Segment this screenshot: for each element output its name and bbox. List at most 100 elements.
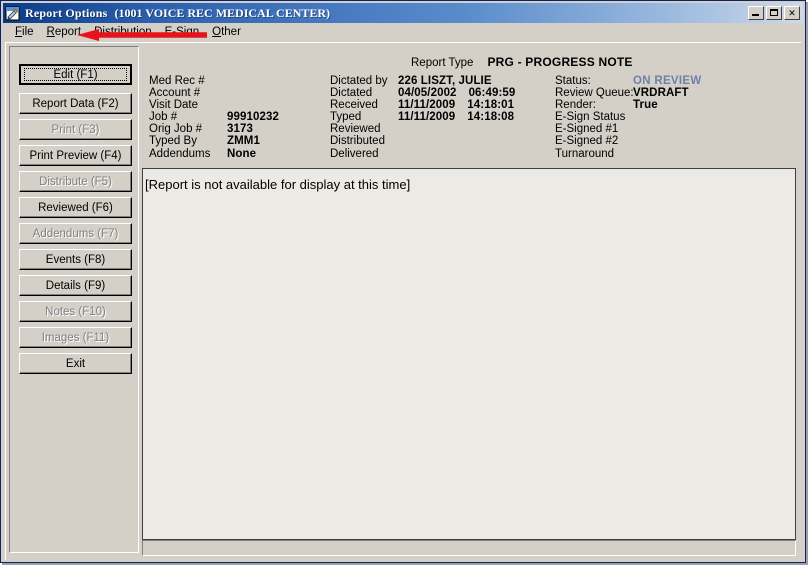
minimize-button[interactable]: [748, 6, 764, 20]
menu-item-file[interactable]: File: [9, 25, 41, 39]
field-review-queue: Review Queue: VRDRAFT: [555, 87, 702, 99]
field-orig-job-label: Orig Job #: [149, 123, 203, 136]
field-addendums: Addendums None: [149, 148, 279, 160]
report-type-row: Report Type PRG - PROGRESS NOTE: [411, 55, 633, 69]
button-distribute-f5: Distribute (F5): [19, 171, 132, 192]
field-esigned-2: E-Signed #2: [555, 135, 702, 147]
field-reviewed: Reviewed: [330, 123, 515, 135]
field-account-label: Account #: [149, 87, 201, 100]
button-print-preview-f4[interactable]: Print Preview (F4): [19, 145, 132, 166]
field-dictated-by-value: 226 LISZT, JULIE: [398, 75, 492, 87]
menu-item-file-label: ile: [22, 26, 34, 38]
field-received-date: 11/11/2009: [398, 99, 456, 112]
report-type-value: PRG - PROGRESS NOTE: [487, 55, 633, 69]
field-dictated: Dictated 04/05/2002 06:49:59: [330, 87, 515, 99]
field-typed: Typed 11/11/2009 14:18:08: [330, 111, 515, 123]
field-addendums-label: Addendums: [149, 147, 211, 160]
field-job-value: 99910232: [227, 111, 279, 124]
report-header-panel: Report Type PRG - PROGRESS NOTE Med Rec …: [142, 46, 796, 168]
field-status: Status: ON REVIEW: [555, 75, 702, 87]
window-title: Report Options: [25, 5, 108, 20]
field-received-label: Received: [330, 99, 378, 112]
report-content-zone: Report Type PRG - PROGRESS NOTE Med Rec …: [142, 46, 796, 556]
close-icon: ✕: [788, 7, 796, 18]
field-typed-time: 14:18:08: [467, 111, 515, 124]
menu-item-distribution-label: istribution: [102, 26, 152, 38]
button-edit-f1-label: Edit (F1): [24, 68, 127, 81]
maximize-icon: [770, 9, 778, 16]
menu-item-other[interactable]: Other: [206, 25, 248, 39]
menu-item-report-label: eport: [54, 26, 82, 38]
field-distributed: Distributed: [330, 135, 515, 147]
client-area: Edit (F1) Report Data (F2) Print (F3) Pr…: [5, 42, 801, 560]
field-account: Account #: [149, 87, 279, 99]
menu-bar: File Report Distribution E-Sign Other: [3, 23, 803, 41]
field-esigned-1: E-Signed #1: [555, 123, 702, 135]
status-badge: ON REVIEW: [633, 75, 702, 87]
maximize-button[interactable]: [766, 6, 782, 20]
field-received: Received 11/11/2009 14:18:01: [330, 99, 515, 111]
field-med-rec: Med Rec #: [149, 75, 279, 87]
field-esigned-1-label: E-Signed #1: [555, 123, 619, 136]
title-bar[interactable]: Report Options (1001 VOICE REC MEDICAL C…: [3, 3, 803, 23]
field-orig-job-value: 3173: [227, 123, 253, 136]
document-pencil-icon: [5, 6, 21, 21]
menu-item-report[interactable]: Report: [41, 25, 89, 39]
menu-item-other-label: ther: [221, 26, 241, 38]
field-typed-by-label: Typed By: [149, 135, 197, 148]
field-typed-date: 11/11/2009: [398, 111, 456, 124]
field-reviewed-label: Reviewed: [330, 123, 381, 136]
header-column-workflow-dates: Dictated by 226 LISZT, JULIE Dictated 04/0…: [330, 75, 515, 160]
button-events-f8[interactable]: Events (F8): [19, 249, 132, 270]
window-controls: ✕: [748, 6, 803, 20]
screenshot-root: Report Options (1001 VOICE REC MEDICAL C…: [0, 0, 812, 571]
field-typed-by: Typed By ZMM1: [149, 135, 279, 147]
button-details-f9[interactable]: Details (F9): [19, 275, 132, 296]
button-images-f11: Images (F11): [19, 327, 132, 348]
field-delivered: Delivered: [330, 148, 515, 160]
button-notes-f10: Notes (F10): [19, 301, 132, 322]
report-type-label: Report Type: [411, 57, 474, 69]
report-options-window: Report Options (1001 VOICE REC MEDICAL C…: [0, 0, 806, 563]
field-visit-date: Visit Date: [149, 99, 279, 111]
menu-item-e-sign[interactable]: E-Sign: [159, 25, 207, 39]
field-render-value: True: [633, 99, 658, 112]
field-med-rec-label: Med Rec #: [149, 75, 205, 87]
field-dictated-label: Dictated: [330, 87, 373, 100]
field-status-label: Status:: [555, 75, 591, 87]
field-turnaround: Turnaround: [555, 148, 702, 160]
field-addendums-value: None: [227, 147, 257, 160]
button-report-data-f2[interactable]: Report Data (F2): [19, 93, 132, 114]
button-edit-f1[interactable]: Edit (F1): [19, 64, 132, 85]
field-review-queue-value: VRDRAFT: [633, 87, 689, 100]
button-exit[interactable]: Exit: [19, 353, 132, 374]
field-render-label: Render:: [555, 99, 596, 112]
field-typed-label: Typed: [330, 111, 362, 124]
field-esign-status: E-Sign Status: [555, 111, 702, 123]
field-distributed-label: Distributed: [330, 135, 385, 148]
field-received-time: 14:18:01: [467, 99, 515, 112]
field-delivered-label: Delivered: [330, 147, 379, 160]
status-bar: [142, 540, 796, 556]
field-visit-date-label: Visit Date: [149, 99, 199, 112]
menu-item-distribution[interactable]: Distribution: [88, 25, 159, 39]
field-typed-by-value: ZMM1: [227, 135, 260, 148]
button-print-f3: Print (F3): [19, 119, 132, 140]
header-column-identifiers: Med Rec # Account # Visit Date Job # 9991…: [149, 75, 279, 160]
field-orig-job: Orig Job # 3173: [149, 123, 279, 135]
document-display-pane[interactable]: [Report is not available for display at …: [142, 168, 796, 540]
field-dictated-by-label: Dictated by: [330, 75, 388, 87]
field-review-queue-label: Review Queue:: [555, 87, 634, 100]
close-button[interactable]: ✕: [784, 6, 800, 20]
menu-item-e-sign-label: ign: [183, 26, 200, 38]
window-subtitle: (1001 VOICE REC MEDICAL CENTER): [114, 5, 331, 20]
field-render: Render: True: [555, 99, 702, 111]
field-dictated-by: Dictated by 226 LISZT, JULIE: [330, 75, 515, 87]
field-job-label: Job #: [149, 111, 178, 124]
action-button-panel: Edit (F1) Report Data (F2) Print (F3) Pr…: [9, 46, 139, 553]
document-unavailable-message: [Report is not available for display at …: [145, 177, 411, 192]
header-column-status: Status: ON REVIEW Review Queue: VRDRAFT Re…: [555, 75, 702, 160]
button-reviewed-f6[interactable]: Reviewed (F6): [19, 197, 132, 218]
field-esigned-2-label: E-Signed #2: [555, 135, 619, 148]
button-addendums-f7: Addendums (F7): [19, 223, 132, 244]
